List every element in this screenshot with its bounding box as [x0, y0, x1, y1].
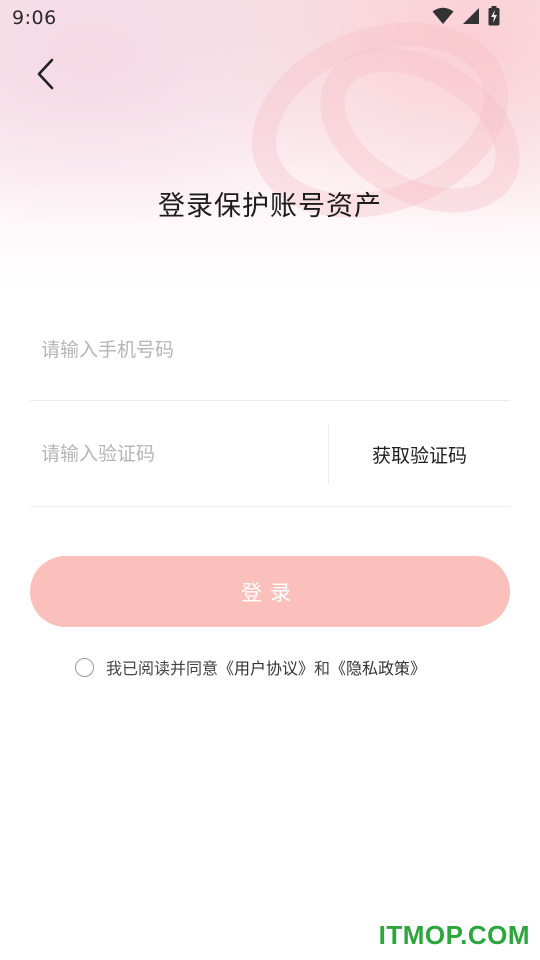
- chevron-left-icon: [37, 58, 54, 90]
- agree-checkbox[interactable]: [75, 657, 94, 677]
- agreement-conjunction: 和: [314, 659, 331, 678]
- battery-charging-icon: [488, 6, 500, 26]
- verification-code-input[interactable]: [30, 424, 321, 484]
- watermark: ITMOP.COM: [378, 920, 530, 950]
- status-icons: [432, 6, 500, 26]
- phone-field: [30, 318, 510, 401]
- hero-background: [0, 0, 540, 290]
- privacy-policy-link[interactable]: 《隐私政策》: [330, 655, 426, 679]
- user-agreement-link[interactable]: 《用户协议》: [218, 655, 314, 679]
- status-bar: 9:06: [0, 0, 540, 36]
- phone-input[interactable]: [30, 320, 501, 380]
- status-time: 9:06: [12, 7, 57, 29]
- verification-code-field: 获取验证码: [30, 424, 510, 507]
- cell-signal-icon: [463, 8, 479, 24]
- wifi-icon: [432, 7, 454, 24]
- agreement-row: 我已阅读并同意 《用户协议》 和 《隐私政策》: [75, 655, 426, 679]
- login-button[interactable]: 登录: [30, 556, 510, 627]
- page-title: 登录保护账号资产: [158, 191, 382, 222]
- get-code-button[interactable]: 获取验证码: [329, 424, 510, 484]
- back-button[interactable]: [26, 52, 66, 96]
- agreement-prefix: 我已阅读并同意: [106, 659, 219, 678]
